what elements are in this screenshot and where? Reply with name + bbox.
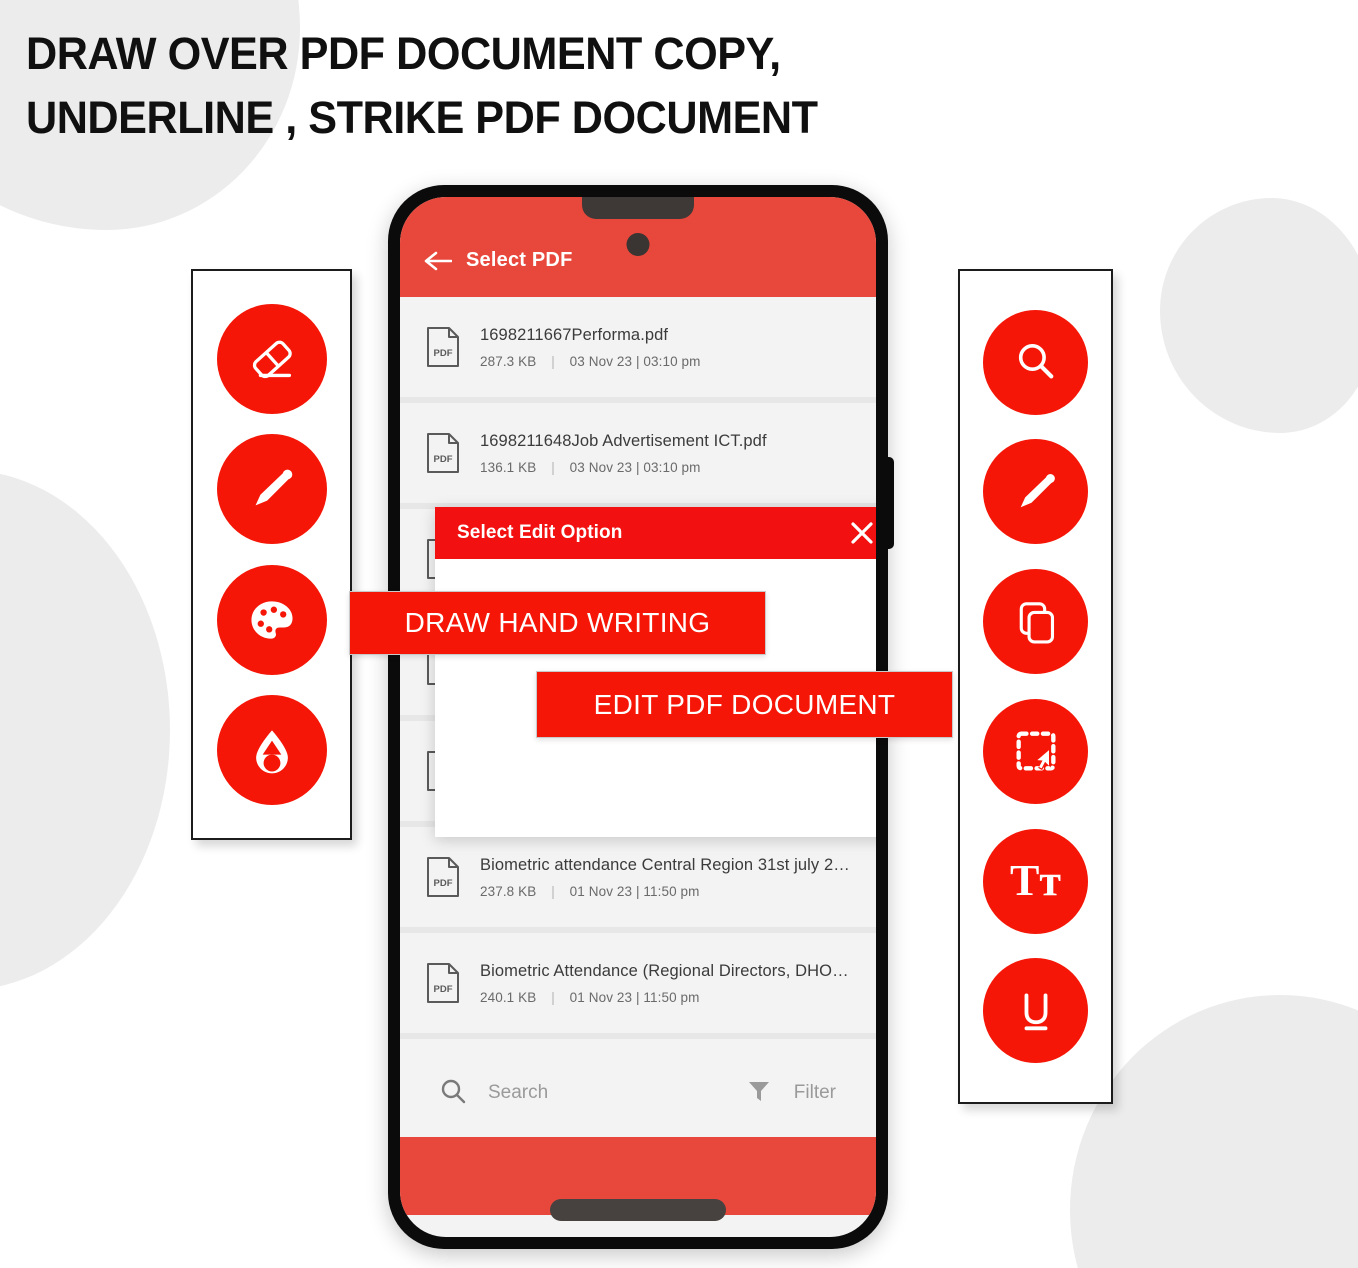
pdf-file-icon: PDF — [426, 432, 460, 474]
bottom-action-bar: Search Filter — [400, 1039, 876, 1147]
table-row[interactable]: PDF 1698211667Performa.pdf 287.3 KB | 03… — [400, 297, 876, 403]
file-meta: Biometric Attendance (Regional Directors… — [480, 962, 854, 1005]
file-name: 1698211667Performa.pdf — [480, 325, 669, 344]
filter-label: Filter — [793, 1082, 836, 1103]
phone-notch — [582, 197, 694, 219]
file-date: 01 Nov 23 | 11:50 pm — [569, 883, 700, 899]
file-meta: 1698211667Performa.pdf 287.3 KB | 03 Nov… — [480, 326, 854, 369]
search-tool-button[interactable] — [983, 309, 1088, 415]
file-date: 03 Nov 23 | 03:10 pm — [569, 353, 701, 369]
eraser-icon — [243, 330, 301, 388]
page-title-line-2: UNDERLINE , STRIKE PDF DOCUMENT — [26, 91, 818, 143]
ink-drop-button[interactable] — [216, 695, 327, 806]
file-size: 136.1 KB — [480, 459, 537, 475]
file-name: Biometric Attendance (Regional Directors… — [480, 961, 854, 980]
select-area-icon — [1010, 725, 1062, 777]
file-name: 1698211648Job Advertisement ICT.pdf — [480, 431, 767, 450]
gesture-pill[interactable] — [550, 1199, 726, 1221]
copy-tool-button[interactable] — [983, 569, 1088, 675]
palette-icon — [244, 592, 300, 648]
svg-text:PDF: PDF — [434, 454, 453, 465]
close-icon[interactable] — [849, 520, 875, 546]
pdf-file-icon: PDF — [426, 962, 460, 1004]
callout-edit-pdf-document[interactable]: EDIT PDF DOCUMENT — [536, 671, 953, 738]
text-size-button[interactable]: Tт — [983, 828, 1088, 934]
app-bar: Select PDF — [400, 197, 876, 297]
pen-tool-button[interactable] — [216, 434, 327, 545]
app-bar-title: Select PDF — [466, 249, 573, 271]
pen-icon — [1009, 465, 1063, 519]
svg-text:PDF: PDF — [434, 878, 453, 889]
background-blob-bottom-right — [1070, 995, 1358, 1268]
pen-icon — [243, 460, 301, 518]
back-arrow-icon[interactable] — [424, 250, 453, 272]
pen-tool-button[interactable] — [983, 439, 1088, 545]
file-size: 240.1 KB — [480, 989, 537, 1005]
phone-navigation-bar — [400, 1137, 876, 1221]
table-row[interactable]: PDF Biometric Attendance (Regional Direc… — [400, 933, 876, 1039]
background-blob-left — [0, 470, 170, 990]
right-tool-panel: Tт — [958, 269, 1113, 1104]
file-meta: 1698211648Job Advertisement ICT.pdf 136.… — [480, 432, 854, 475]
dialog-title: Select Edit Option — [457, 522, 623, 543]
search-label: Search — [488, 1082, 549, 1103]
poster-canvas: DRAW OVER PDF DOCUMENT COPY, UNDERLINE ,… — [0, 0, 1358, 1268]
file-date: 03 Nov 23 | 03:10 pm — [569, 459, 701, 475]
file-sub: 287.3 KB | 03 Nov 23 | 03:10 pm — [480, 354, 854, 369]
file-date: 01 Nov 23 | 11:50 pm — [569, 989, 700, 1005]
file-name: Biometric attendance Central Region 31st… — [480, 855, 854, 874]
svg-text:PDF: PDF — [434, 348, 453, 359]
eraser-tool-button[interactable] — [216, 303, 327, 414]
file-sub-separator: | — [551, 989, 555, 1005]
table-row[interactable]: PDF 1698211648Job Advertisement ICT.pdf … — [400, 403, 876, 509]
file-meta: Biometric attendance Central Region 31st… — [480, 856, 854, 899]
page-title-line-1: DRAW OVER PDF DOCUMENT COPY, — [26, 28, 781, 79]
phone-power-button[interactable] — [886, 457, 894, 549]
search-icon — [1009, 335, 1063, 389]
svg-text:PDF: PDF — [434, 984, 453, 995]
file-sub: 240.1 KB | 01 Nov 23 | 11:50 pm — [480, 990, 854, 1005]
text-size-icon: Tт — [1010, 856, 1061, 906]
file-size: 237.8 KB — [480, 883, 537, 899]
app-bar-row: Select PDF — [400, 249, 876, 272]
pdf-file-icon: PDF — [426, 856, 460, 898]
file-sub-separator: | — [551, 883, 555, 899]
callout-draw-hand-writing[interactable]: DRAW HAND WRITING — [349, 591, 766, 655]
table-row[interactable]: PDF Biometric attendance Central Region … — [400, 827, 876, 933]
underline-icon — [1010, 985, 1062, 1037]
filter-icon — [746, 1078, 772, 1109]
pdf-file-icon: PDF — [426, 326, 460, 368]
file-sub-separator: | — [551, 353, 555, 369]
background-blob-top-right — [1160, 198, 1358, 433]
file-sub: 237.8 KB | 01 Nov 23 | 11:50 pm — [480, 884, 854, 899]
underline-button[interactable] — [983, 958, 1088, 1064]
page-title: DRAW OVER PDF DOCUMENT COPY, UNDERLINE ,… — [26, 22, 1082, 150]
search-icon — [440, 1078, 466, 1109]
search-button[interactable]: Search — [440, 1078, 746, 1109]
copy-icon — [1010, 596, 1062, 648]
file-sub: 136.1 KB | 03 Nov 23 | 03:10 pm — [480, 460, 854, 475]
select-area-button[interactable] — [983, 698, 1088, 804]
water-drop-icon — [244, 722, 300, 778]
left-tool-panel — [191, 269, 352, 840]
filter-button[interactable]: Filter — [746, 1078, 836, 1109]
file-sub-separator: | — [551, 459, 555, 475]
file-size: 287.3 KB — [480, 353, 537, 369]
dialog-header: Select Edit Option — [435, 507, 876, 559]
color-palette-button[interactable] — [216, 564, 327, 675]
